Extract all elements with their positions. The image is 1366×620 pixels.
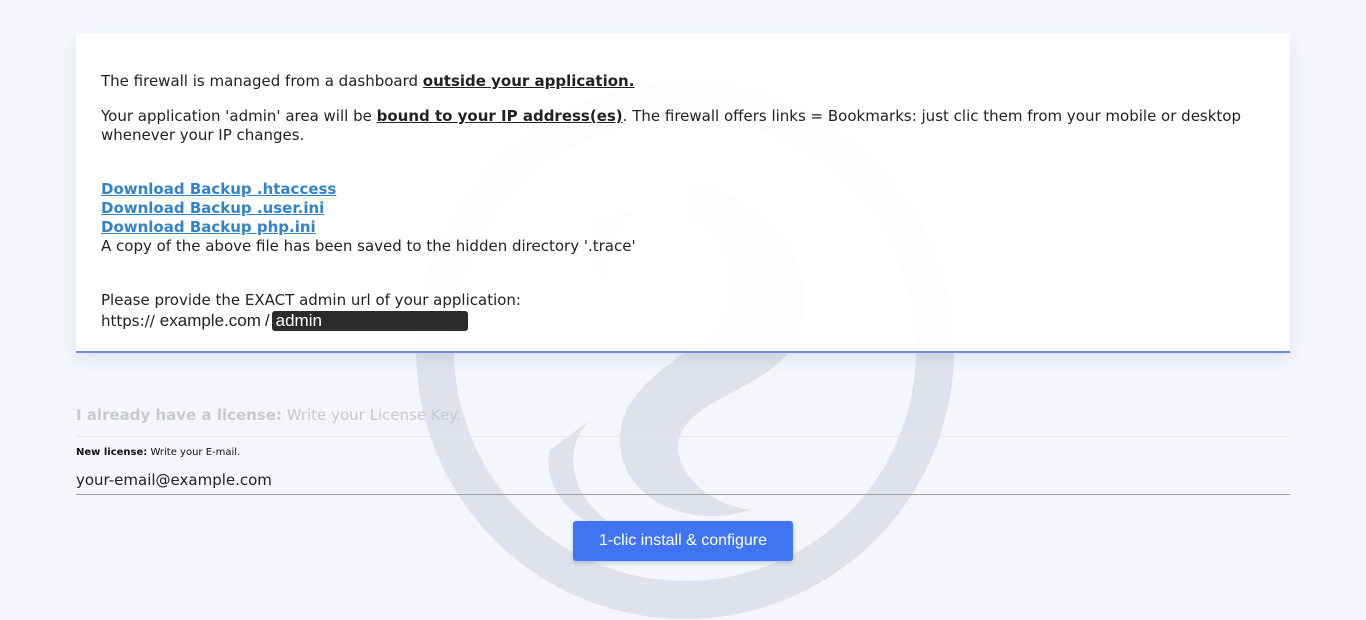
existing-license-hint: Write your License Key. bbox=[281, 406, 461, 424]
info-card: The firewall is managed from a dashboard… bbox=[76, 33, 1290, 353]
download-userini-link[interactable]: Download Backup .user.ini bbox=[101, 199, 324, 218]
install-button[interactable]: 1-clic install & configure bbox=[573, 521, 793, 561]
admin-url-prompt: Please provide the EXACT admin url of yo… bbox=[101, 291, 521, 309]
new-license-hint: Write your E-mail. bbox=[147, 447, 241, 458]
url-scheme: https:// bbox=[101, 312, 155, 330]
url-slash: / bbox=[264, 311, 270, 330]
new-license-bold: New license: bbox=[76, 447, 148, 458]
existing-license-label: I already have a license: bbox=[76, 406, 282, 424]
admin-path-input[interactable] bbox=[271, 311, 468, 331]
download-phpini-link[interactable]: Download Backup php.ini bbox=[101, 218, 316, 237]
intro-line-1: The firewall is managed from a dashboard… bbox=[101, 72, 634, 91]
backup-note: A copy of the above file has been saved … bbox=[101, 237, 636, 255]
existing-license-option[interactable]: I already have a license: Write your Lic… bbox=[76, 406, 1290, 437]
download-htaccess-link[interactable]: Download Backup .htaccess bbox=[101, 180, 336, 199]
intro-line-1-emphasis: outside your application. bbox=[422, 72, 635, 90]
intro-line-1-text: The firewall is managed from a dashboard bbox=[101, 72, 423, 90]
intro-line-2-text: Your application 'admin' area will be bbox=[101, 107, 377, 125]
intro-line-2-emphasis: bound to your IP address(es) bbox=[376, 107, 623, 125]
new-license-label: New license: Write your E-mail. bbox=[76, 447, 240, 458]
email-field[interactable] bbox=[76, 466, 1290, 495]
url-domain: example.com bbox=[159, 311, 261, 330]
admin-url-row: https:// example.com / bbox=[101, 310, 468, 332]
intro-line-2: Your application 'admin' area will be bo… bbox=[101, 107, 1265, 145]
